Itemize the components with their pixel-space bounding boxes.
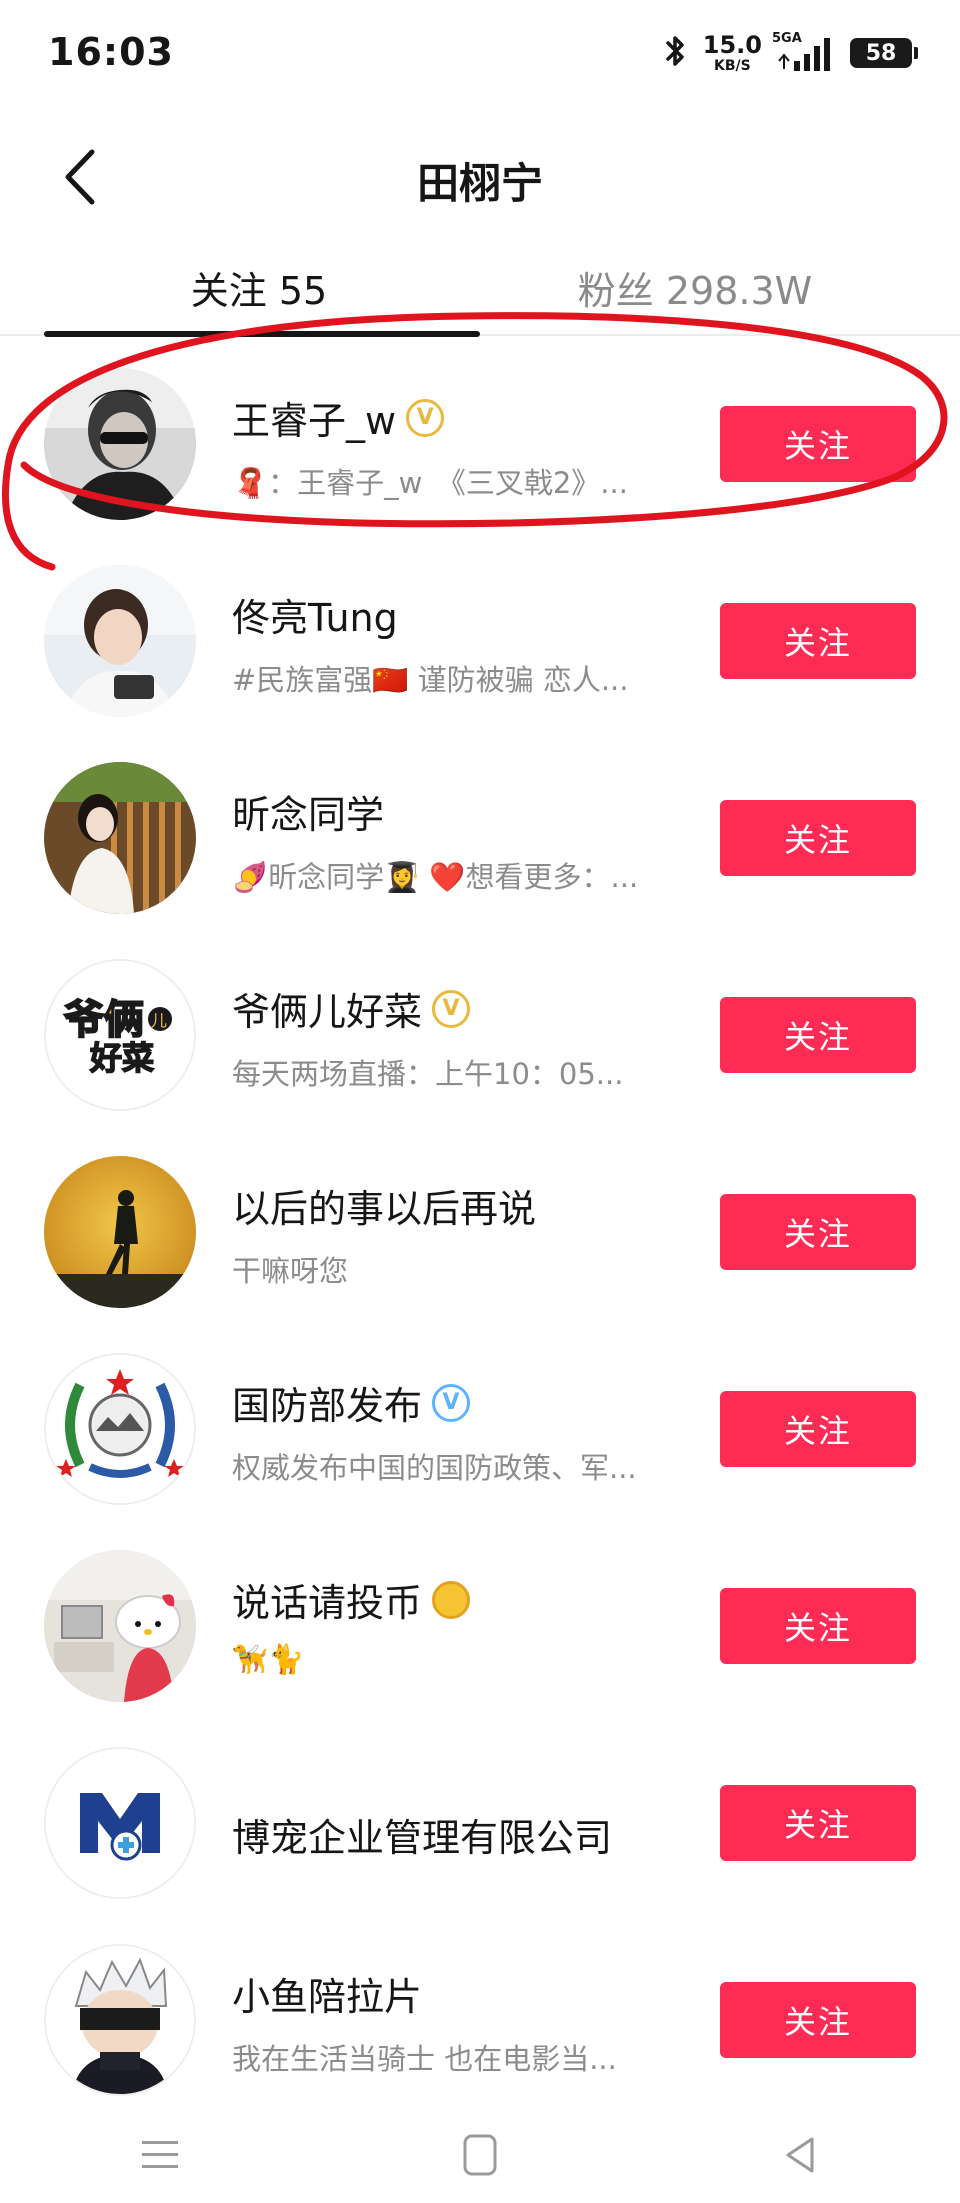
nav-menu-button[interactable] [130, 2127, 190, 2187]
network-speed-unit: KB/S [714, 58, 751, 74]
avatar[interactable] [44, 1156, 196, 1308]
follow-button[interactable]: 关注 [720, 1982, 916, 2058]
status-time: 16:03 [48, 30, 174, 74]
list-item[interactable]: 昕念同学 🍠昕念同学👩‍🎓 ❤️想看更多：... 关注 [0, 730, 960, 927]
user-name-line: 昕念同学 [232, 784, 384, 839]
user-bio: 每天两场直播：上午10：05... [232, 1057, 624, 1091]
page-title: 田栩宁 [416, 159, 543, 208]
follow-button[interactable]: 关注 [720, 603, 916, 679]
back-triangle-icon [782, 2135, 818, 2179]
user-bio: 权威发布中国的国防政策、军... [232, 1451, 637, 1485]
user-name: 昕念同学 [232, 793, 385, 837]
tab-following[interactable]: 关注 55 [44, 242, 474, 332]
user-name-line: 小鱼陪拉片 [232, 1966, 422, 2021]
verified-blue-v-icon: V [432, 1383, 471, 1422]
user-bio: 🧣：王睿子_w 《三叉戟2》... [232, 460, 682, 502]
user-name-line: 博宠企业管理有限公司 [232, 1807, 612, 1862]
system-nav-bar [0, 2110, 960, 2203]
coin-badge-icon [432, 1580, 471, 1619]
bluetooth-icon [663, 33, 689, 73]
menu-icon [140, 2137, 180, 2177]
follow-button[interactable]: 关注 [720, 800, 916, 876]
user-name-line: 爷俩儿好菜 V [232, 981, 471, 1036]
signal-label: 5GA [772, 31, 802, 46]
follow-button[interactable]: 关注 [720, 1588, 916, 1664]
user-bio-text: ：王睿子_w 《三叉戟2》... [268, 466, 628, 500]
avatar[interactable] [44, 762, 196, 914]
logo-text-er: 儿 [151, 1011, 167, 1030]
verified-gold-v-icon: V [432, 989, 471, 1028]
user-name-line: 王睿子_w V [232, 390, 445, 445]
list-item[interactable]: 小鱼陪拉片 我在生活当骑士 也在电影当... 关注 [0, 1912, 960, 2109]
status-icons: 15.0 KB/S 5GA 58 [663, 28, 918, 78]
user-name: 小鱼陪拉片 [232, 1975, 423, 2019]
user-name: 王睿子_w [232, 399, 397, 443]
user-name: 说话请投币 [232, 1581, 423, 1625]
follow-button[interactable]: 关注 [720, 1194, 916, 1270]
avatar[interactable]: 爷俩 儿 好菜 [44, 959, 196, 1111]
user-name-line: 佟亮Tung [232, 587, 398, 642]
page-header: 田栩宁 [0, 112, 960, 242]
verified-gold-v-icon: V [406, 398, 445, 437]
user-name-line: 以后的事以后再说 [232, 1178, 536, 1233]
avatar[interactable] [44, 1747, 196, 1899]
avatar[interactable] [44, 1353, 196, 1505]
network-speed-value: 15.0 [702, 31, 762, 59]
scarf-emoji-icon: 🧣 [232, 466, 269, 500]
nav-back-button[interactable] [770, 2127, 830, 2187]
user-bio: 🍠昕念同学👩‍🎓 ❤️想看更多：... [232, 860, 639, 894]
user-name: 爷俩儿好菜 [232, 990, 423, 1034]
user-bio: 🦮🐈 [232, 1642, 305, 1676]
avatar[interactable] [44, 368, 196, 520]
tab-followers[interactable]: 粉丝 298.3W [480, 242, 910, 332]
battery-indicator: 58 [850, 38, 918, 68]
tab-bar: 关注 55 粉丝 298.3W [0, 242, 960, 337]
list-item[interactable]: 博宠企业管理有限公司 关注 [0, 1715, 960, 1912]
follow-button[interactable]: 关注 [720, 997, 916, 1073]
logo-text-top: 爷俩 [64, 997, 144, 1043]
follow-button[interactable]: 关注 [720, 1785, 916, 1861]
list-item[interactable]: 国防部发布 V 权威发布中国的国防政策、军... 关注 [0, 1321, 960, 1518]
user-bio: 干嘛呀您 [232, 1254, 349, 1288]
follow-button[interactable]: 关注 [720, 406, 916, 482]
user-name: 佟亮Tung [232, 596, 398, 640]
avatar[interactable] [44, 1550, 196, 1702]
logo-text-bottom: 好菜 [89, 1039, 154, 1077]
list-item[interactable]: 佟亮Tung #民族富强🇨🇳 谨防被骗 恋人... 关注 [0, 533, 960, 730]
list-item[interactable]: 以后的事以后再说 干嘛呀您 关注 [0, 1124, 960, 1321]
user-bio: #民族富强🇨🇳 谨防被骗 恋人... [232, 663, 629, 697]
avatar[interactable] [44, 565, 196, 717]
user-name-line: 说话请投币 [232, 1572, 471, 1627]
list-item[interactable]: 爷俩 儿 好菜 爷俩儿好菜 V 每天两场直播：上午10：05... 关注 [0, 927, 960, 1124]
avatar[interactable] [44, 1944, 196, 2096]
network-speed: 15.0 KB/S [703, 33, 762, 73]
status-bar: 16:03 15.0 KB/S 5GA 58 [0, 0, 960, 112]
nav-home-button[interactable] [450, 2127, 510, 2187]
list-item[interactable]: 说话请投币 🦮🐈 关注 [0, 1518, 960, 1715]
list-item[interactable]: 王睿子_w V 🧣：王睿子_w 《三叉戟2》... 关注 [0, 336, 960, 533]
user-name-line: 国防部发布 V [232, 1375, 471, 1430]
user-name: 博宠企业管理有限公司 [232, 1816, 613, 1860]
signal-icon: 5GA [772, 31, 836, 71]
follow-button[interactable]: 关注 [720, 1391, 916, 1467]
following-list: 王睿子_w V 🧣：王睿子_w 《三叉戟2》... 关注 佟亮Tung #民族富… [0, 336, 960, 2109]
home-square-icon [462, 2133, 498, 2181]
user-name: 国防部发布 [232, 1384, 423, 1428]
user-bio: 我在生活当骑士 也在电影当... [232, 2042, 617, 2076]
user-name: 以后的事以后再说 [232, 1187, 537, 1231]
